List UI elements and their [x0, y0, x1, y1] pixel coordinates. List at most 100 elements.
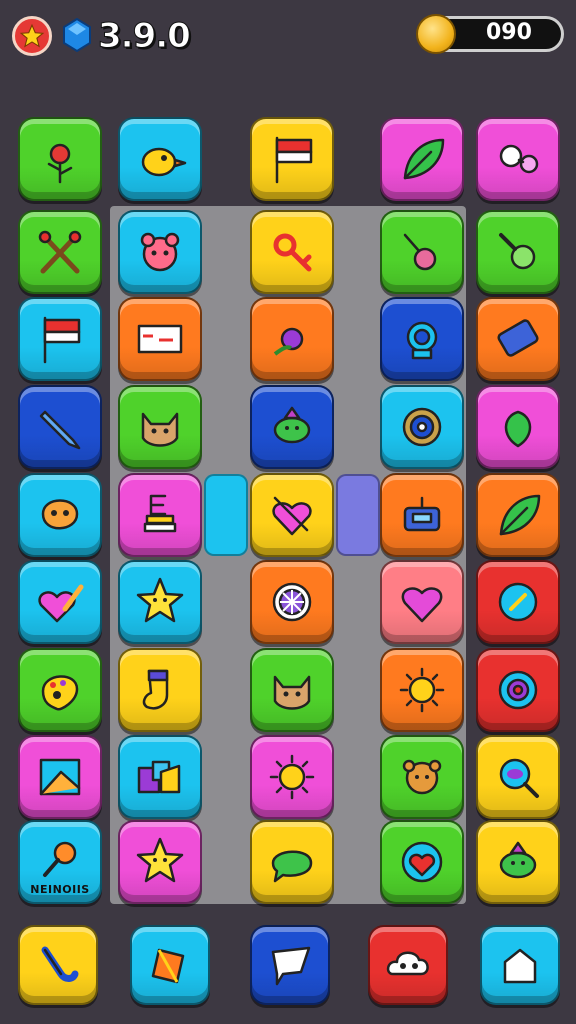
empty-slot[interactable]	[204, 474, 248, 556]
empty-slot[interactable]	[336, 474, 380, 556]
shapes-icon	[137, 760, 181, 794]
grid-tile[interactable]	[18, 210, 102, 294]
grid-tile[interactable]	[476, 210, 560, 294]
dock-tile[interactable]	[130, 925, 210, 1005]
blob-face-icon	[41, 499, 79, 530]
tile-caption: NEINOIIS	[30, 883, 90, 896]
grid-tile[interactable]	[476, 473, 560, 557]
sun-icon	[269, 754, 315, 800]
grid-tile[interactable]	[476, 735, 560, 819]
grid-tile[interactable]	[380, 820, 464, 904]
palette-icon	[41, 675, 79, 711]
level-star-badge[interactable]	[12, 16, 52, 56]
grid-tile[interactable]	[380, 560, 464, 644]
leaf-icon	[403, 138, 445, 180]
cat-face-icon	[273, 675, 311, 710]
grid-tile[interactable]	[250, 117, 334, 201]
heart-pencil-icon	[38, 584, 84, 623]
berry-icon	[504, 410, 532, 448]
grid-tile[interactable]	[18, 117, 102, 201]
grid-tile[interactable]	[118, 735, 202, 819]
magnifier-icon	[499, 758, 539, 798]
gem-icon	[63, 18, 91, 52]
books-icon	[143, 494, 177, 533]
grid-tile[interactable]	[380, 735, 464, 819]
picture-icon	[39, 758, 81, 796]
dock-tile[interactable]	[480, 925, 560, 1005]
grid-tile[interactable]	[380, 385, 464, 469]
grid-tile[interactable]	[476, 117, 560, 201]
grid-tile[interactable]	[250, 297, 334, 381]
grid-tile[interactable]	[18, 560, 102, 644]
grid-tile[interactable]	[380, 210, 464, 294]
gear-link-icon	[499, 144, 539, 174]
top-hud: 3.9.0 090	[0, 0, 576, 80]
flower-icon	[47, 143, 73, 184]
bear-face-icon	[140, 232, 180, 272]
dock-tile[interactable]	[368, 925, 448, 1005]
dock-tile[interactable]	[18, 925, 98, 1005]
grid-tile[interactable]	[118, 473, 202, 557]
battery-icon	[497, 319, 539, 357]
flag-icon	[275, 136, 313, 184]
cat-face-icon	[141, 412, 179, 447]
grid-tile[interactable]	[118, 210, 202, 294]
sock-icon	[142, 669, 169, 710]
grid-tile[interactable]	[18, 648, 102, 732]
turtle-icon	[499, 841, 537, 879]
sun-icon	[399, 667, 445, 713]
heart-icon	[401, 587, 443, 623]
grid-tile[interactable]	[476, 385, 560, 469]
grid-tile[interactable]	[476, 297, 560, 381]
coin-icon	[416, 14, 456, 54]
star-face-icon	[136, 837, 184, 883]
grid-tile[interactable]	[118, 648, 202, 732]
grid-tile[interactable]	[380, 117, 464, 201]
turtle-icon	[273, 406, 311, 444]
lion-face-icon	[402, 759, 442, 795]
dial-icon	[498, 670, 538, 710]
grid-tile[interactable]	[250, 473, 334, 557]
grid-tile[interactable]	[250, 210, 334, 294]
grid-tile[interactable]	[118, 560, 202, 644]
grid-tile[interactable]	[476, 820, 560, 904]
grid-tile[interactable]	[250, 560, 334, 644]
star-face-icon	[136, 577, 184, 623]
grid-tile[interactable]	[250, 735, 334, 819]
grid-tile[interactable]	[18, 297, 102, 381]
crossed-tools-icon	[38, 230, 82, 274]
grid-tile[interactable]	[18, 735, 102, 819]
grid-tile[interactable]: NEINOIIS	[18, 820, 102, 904]
bird-icon	[141, 147, 187, 177]
grid-tile[interactable]	[476, 648, 560, 732]
grid-tile[interactable]	[380, 473, 464, 557]
chat-bubble-icon	[271, 850, 313, 883]
grid-tile[interactable]	[118, 117, 202, 201]
grid-tile[interactable]	[118, 820, 202, 904]
coin-count: 090	[486, 20, 532, 45]
robot-icon	[403, 496, 441, 532]
grid-tile[interactable]	[250, 820, 334, 904]
purple-flower-icon	[273, 327, 304, 356]
house-icon	[503, 948, 537, 984]
grid-tile[interactable]	[118, 297, 202, 381]
flag-icon	[43, 316, 81, 364]
grid-tile[interactable]	[18, 473, 102, 557]
grid-tile[interactable]	[250, 385, 334, 469]
dock-tile[interactable]	[250, 925, 330, 1005]
grid-tile[interactable]	[380, 648, 464, 732]
grid-tile[interactable]	[380, 297, 464, 381]
leaf-icon	[499, 494, 541, 536]
grid-tile[interactable]	[118, 385, 202, 469]
target-wheel-icon	[402, 407, 442, 447]
cloud-icon	[386, 951, 429, 976]
grid-tile[interactable]	[476, 560, 560, 644]
wrench-icon	[499, 233, 536, 270]
heart-globe-icon	[401, 841, 443, 883]
ring-icon	[406, 321, 438, 360]
grid-tile[interactable]	[18, 385, 102, 469]
speech-icon	[271, 946, 311, 986]
pencil-icon	[39, 410, 81, 450]
star-icon	[19, 23, 45, 48]
grid-tile[interactable]	[250, 648, 334, 732]
